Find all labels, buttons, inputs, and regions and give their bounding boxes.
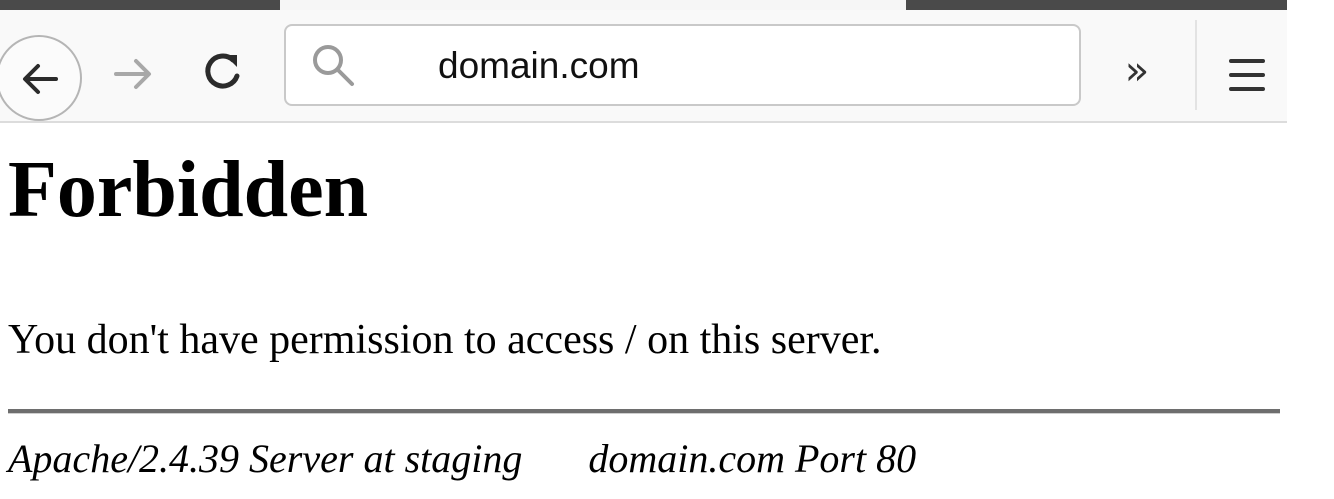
back-arrow-icon — [23, 64, 58, 94]
server-signature: Apache/2.4.39 Server at staging domain.co… — [8, 433, 916, 485]
page-title: Forbidden — [8, 146, 369, 234]
address-bar-url[interactable]: domain.com — [438, 44, 640, 88]
error-message: You don't have permission to access / on… — [8, 317, 882, 363]
menu-button[interactable] — [1227, 55, 1267, 95]
toolbar-separator — [1195, 20, 1197, 110]
reload-button[interactable] — [195, 46, 247, 98]
background-tab-right[interactable] — [906, 0, 1287, 10]
forward-arrow-icon — [114, 59, 151, 89]
navigation-toolbar: domain.com » — [0, 10, 1287, 123]
reload-icon — [205, 53, 240, 89]
server-signature-server: Apache/2.4.39 Server at staging — [8, 436, 523, 481]
tab-strip — [0, 0, 1287, 10]
back-button[interactable] — [0, 35, 82, 121]
address-bar[interactable]: domain.com — [284, 24, 1081, 106]
server-signature-host: domain.com Port 80 — [588, 436, 917, 481]
search-icon — [313, 45, 354, 86]
background-tab-left[interactable] — [0, 0, 280, 10]
horizontal-rule — [8, 409, 1280, 414]
toolbar-overflow-button[interactable]: » — [1112, 46, 1162, 96]
hamburger-menu-icon — [1229, 59, 1265, 91]
forward-button[interactable] — [108, 49, 158, 99]
